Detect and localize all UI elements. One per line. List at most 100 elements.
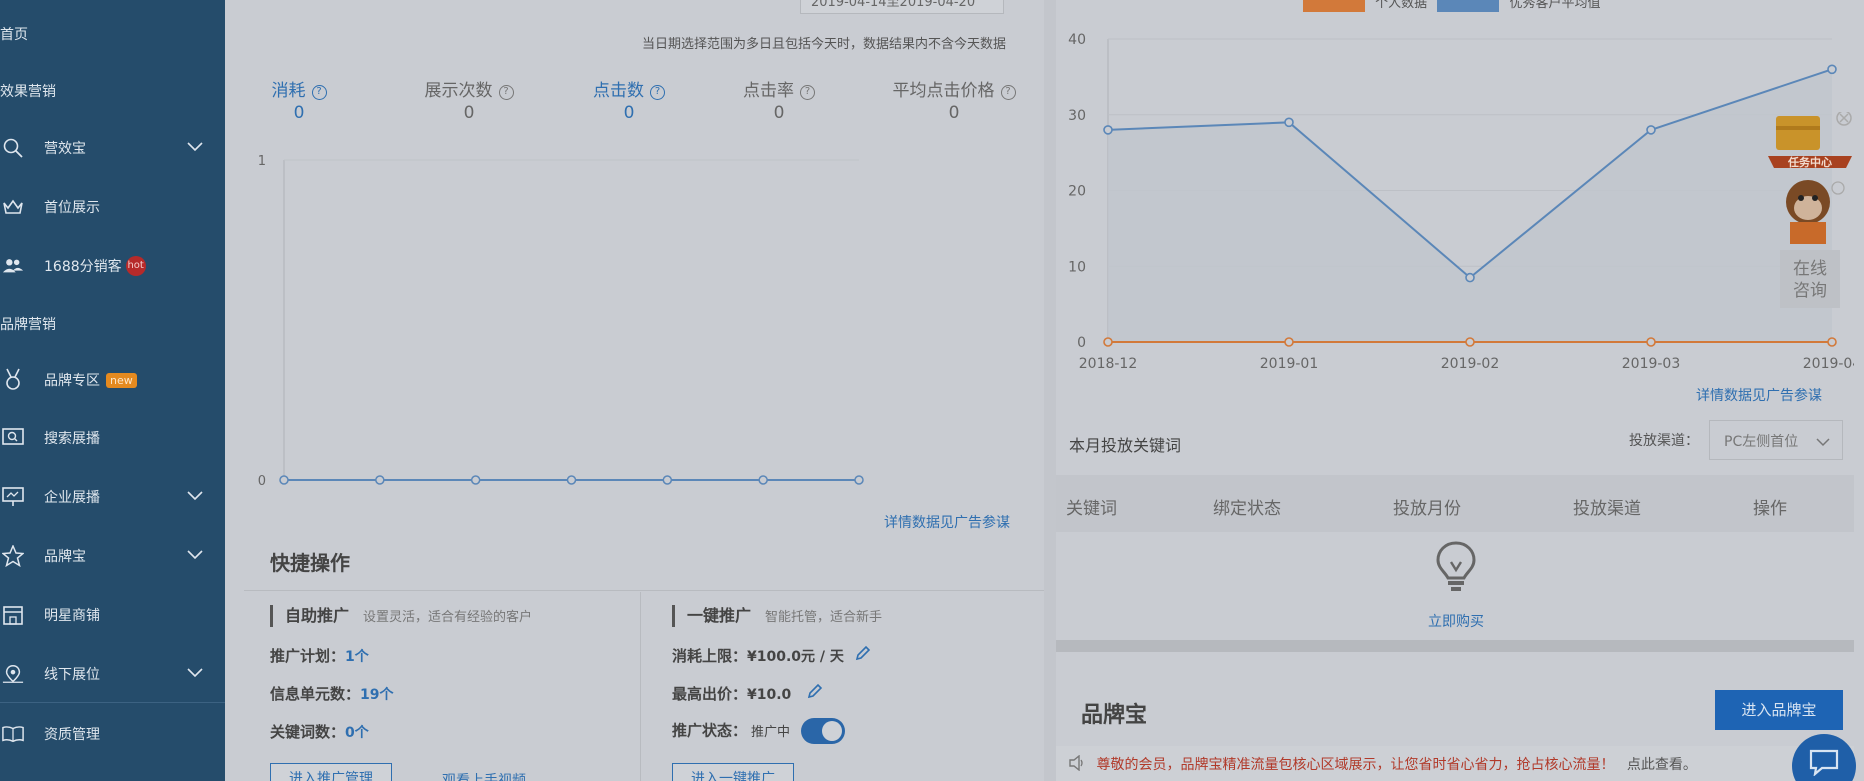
search-icon: [2, 137, 24, 159]
max-bid-value: ¥10.0: [747, 687, 792, 703]
help-icon[interactable]: ?: [498, 85, 514, 100]
help-icon[interactable]: ?: [311, 85, 327, 100]
metric-value: 0: [293, 103, 305, 123]
x-tick-label: 2018-12: [1079, 356, 1138, 372]
metric-clicks[interactable]: 点击数? 0: [564, 76, 694, 123]
help-icon[interactable]: ?: [800, 85, 815, 100]
chat-icon: [1808, 748, 1840, 780]
help-icon[interactable]: ?: [1000, 85, 1016, 100]
date-note: 当日期选择范围为多日且包括今天时，数据结果内不含今天数据: [641, 37, 1006, 52]
data-point: [1284, 117, 1294, 128]
sidebar-item-label: 明星商铺: [44, 608, 100, 624]
new-badge: new: [106, 372, 137, 388]
cost-limit-row: 消耗上限：¥100.0元 / 天: [672, 645, 871, 666]
data-point: [375, 475, 385, 485]
notice-link[interactable]: 点此查看。: [1627, 757, 1697, 773]
sidebar-item-brand-bao[interactable]: 品牌宝: [0, 538, 225, 574]
sidebar-item-distributor[interactable]: 1688分销客 hot: [0, 248, 225, 284]
data-point: [470, 475, 481, 485]
sidebar-item-brand-zone[interactable]: 品牌专区 new: [0, 362, 225, 398]
section-divider: [1056, 640, 1854, 652]
enter-promo-manage-button[interactable]: 进入推广管理: [270, 763, 392, 781]
sidebar-item-enterprise-display[interactable]: 企业展播: [0, 479, 225, 515]
row-label: 最高出价：: [672, 685, 748, 703]
one-click-subtitle: 智能托管，适合新手: [765, 610, 883, 625]
keywords-count[interactable]: 0个: [345, 725, 369, 741]
date-range-picker[interactable]: 2019-04-14至2019-04-20: [800, 0, 1004, 14]
sidebar-item-offline-booth[interactable]: 线下展位: [0, 656, 225, 692]
sidebar-divider: [0, 702, 225, 703]
sidebar-item-qualification[interactable]: 资质管理: [0, 716, 225, 752]
promo-plan-row: 推广计划：1个: [270, 645, 369, 666]
cost-limit-value: ¥100.0元 / 天: [747, 649, 844, 665]
sidebar-item-label: 品牌专区: [44, 373, 100, 389]
y-tick-label: 20: [1068, 184, 1086, 200]
help-icon[interactable]: ?: [650, 85, 665, 100]
detail-link-right[interactable]: 详情数据见广告参谋: [1696, 385, 1822, 405]
channel-select[interactable]: PC左侧首位: [1709, 420, 1843, 460]
data-point: [1465, 337, 1475, 347]
watch-tutorial-link[interactable]: 观看上手视频: [442, 770, 526, 781]
info-units-count[interactable]: 19个: [360, 687, 393, 703]
row-label: 信息单元数：: [270, 685, 361, 703]
metric-label: 平均点击价格: [892, 81, 995, 101]
enter-brand-bao-button[interactable]: 进入品牌宝: [1715, 690, 1843, 730]
promo-plan-count[interactable]: 1个: [345, 649, 369, 665]
one-click-title-text: 一键推广: [687, 606, 752, 625]
sidebar-item-star-shop[interactable]: 明星商铺: [0, 597, 225, 633]
sidebar-item-label: 品牌宝: [44, 549, 86, 565]
sidebar-item-yingxiaobao[interactable]: 营效宝: [0, 130, 225, 166]
x-tick-label: 2019-04: [1803, 356, 1854, 372]
metric-value: 0: [948, 103, 960, 123]
task-center-mascot-icon: 任务中心: [1768, 110, 1852, 244]
data-point: [1646, 337, 1656, 347]
legend-swatch-benchmark: [1437, 0, 1500, 12]
metric-impressions[interactable]: 展示次数? 0: [394, 76, 544, 123]
sidebar-home[interactable]: 首页: [0, 24, 28, 44]
self-promo-title-text: 自助推广: [285, 606, 350, 625]
task-center-label: 任务中心: [1787, 155, 1832, 169]
legend-swatch-personal: [1303, 0, 1365, 12]
sidebar-item-label: 1688分销客: [44, 259, 122, 275]
data-point: [566, 475, 577, 485]
buy-now-link[interactable]: 立即购买: [1428, 611, 1484, 631]
shop-icon: [2, 604, 24, 626]
online-consult-button[interactable]: 在线 咨询: [1780, 250, 1840, 308]
y-tick-label: 30: [1068, 108, 1086, 124]
sidebar: 首页 效果营销 营效宝 首位展示 1688分销客 hot 品牌营销 品牌专区 n…: [0, 0, 225, 781]
sidebar-item-label: 搜索展播: [44, 431, 100, 447]
users-icon: [2, 255, 24, 277]
overview-panel: 2019-04-14至2019-04-20 当日期选择范围为多日且包括今天时，数…: [244, 0, 1044, 781]
chevron-down-icon[interactable]: [187, 140, 203, 156]
star-icon: [2, 545, 24, 567]
data-point: [1103, 125, 1113, 135]
metric-label: 点击率: [743, 81, 794, 101]
consult-label-line1: 在线: [1793, 259, 1827, 279]
y-tick-label: 40: [1068, 32, 1086, 48]
metric-label: 点击数: [593, 81, 644, 101]
sidebar-section-brand: 品牌营销: [0, 317, 56, 333]
data-point: [854, 475, 864, 485]
metric-ctr[interactable]: 点击率? 0: [709, 76, 849, 123]
monthly-keywords-title: 本月投放关键词: [1069, 436, 1182, 455]
speaker-icon: [1068, 754, 1086, 775]
sidebar-item-search-display[interactable]: 搜索展播: [0, 420, 225, 456]
edit-icon[interactable]: [855, 645, 871, 665]
chevron-down-icon[interactable]: [187, 548, 203, 564]
sidebar-item-first-display[interactable]: 首位展示: [0, 189, 225, 225]
metric-value: 0: [773, 103, 785, 123]
divider: [640, 592, 641, 781]
panel-separator: [1044, 0, 1056, 781]
notice-bar: 尊敬的会员，品牌宝精准流量包核心区域展示，让您省时省心省力，抢占核心流量！ 点此…: [1056, 746, 1854, 781]
edit-icon[interactable]: [807, 683, 823, 703]
chevron-down-icon: [1816, 435, 1830, 451]
metric-cost[interactable]: 消耗? 0: [254, 76, 344, 123]
chevron-down-icon[interactable]: [187, 489, 203, 505]
promo-status-toggle[interactable]: [801, 718, 846, 744]
data-point: [1827, 337, 1837, 347]
info-units-row: 信息单元数：19个: [270, 683, 394, 704]
detail-link-left[interactable]: 详情数据见广告参谋: [884, 512, 1010, 532]
chevron-down-icon[interactable]: [187, 666, 203, 682]
metric-avg-cpc[interactable]: 平均点击价格? 0: [864, 76, 1044, 123]
enter-one-click-button[interactable]: 进入一键推广: [672, 763, 794, 781]
